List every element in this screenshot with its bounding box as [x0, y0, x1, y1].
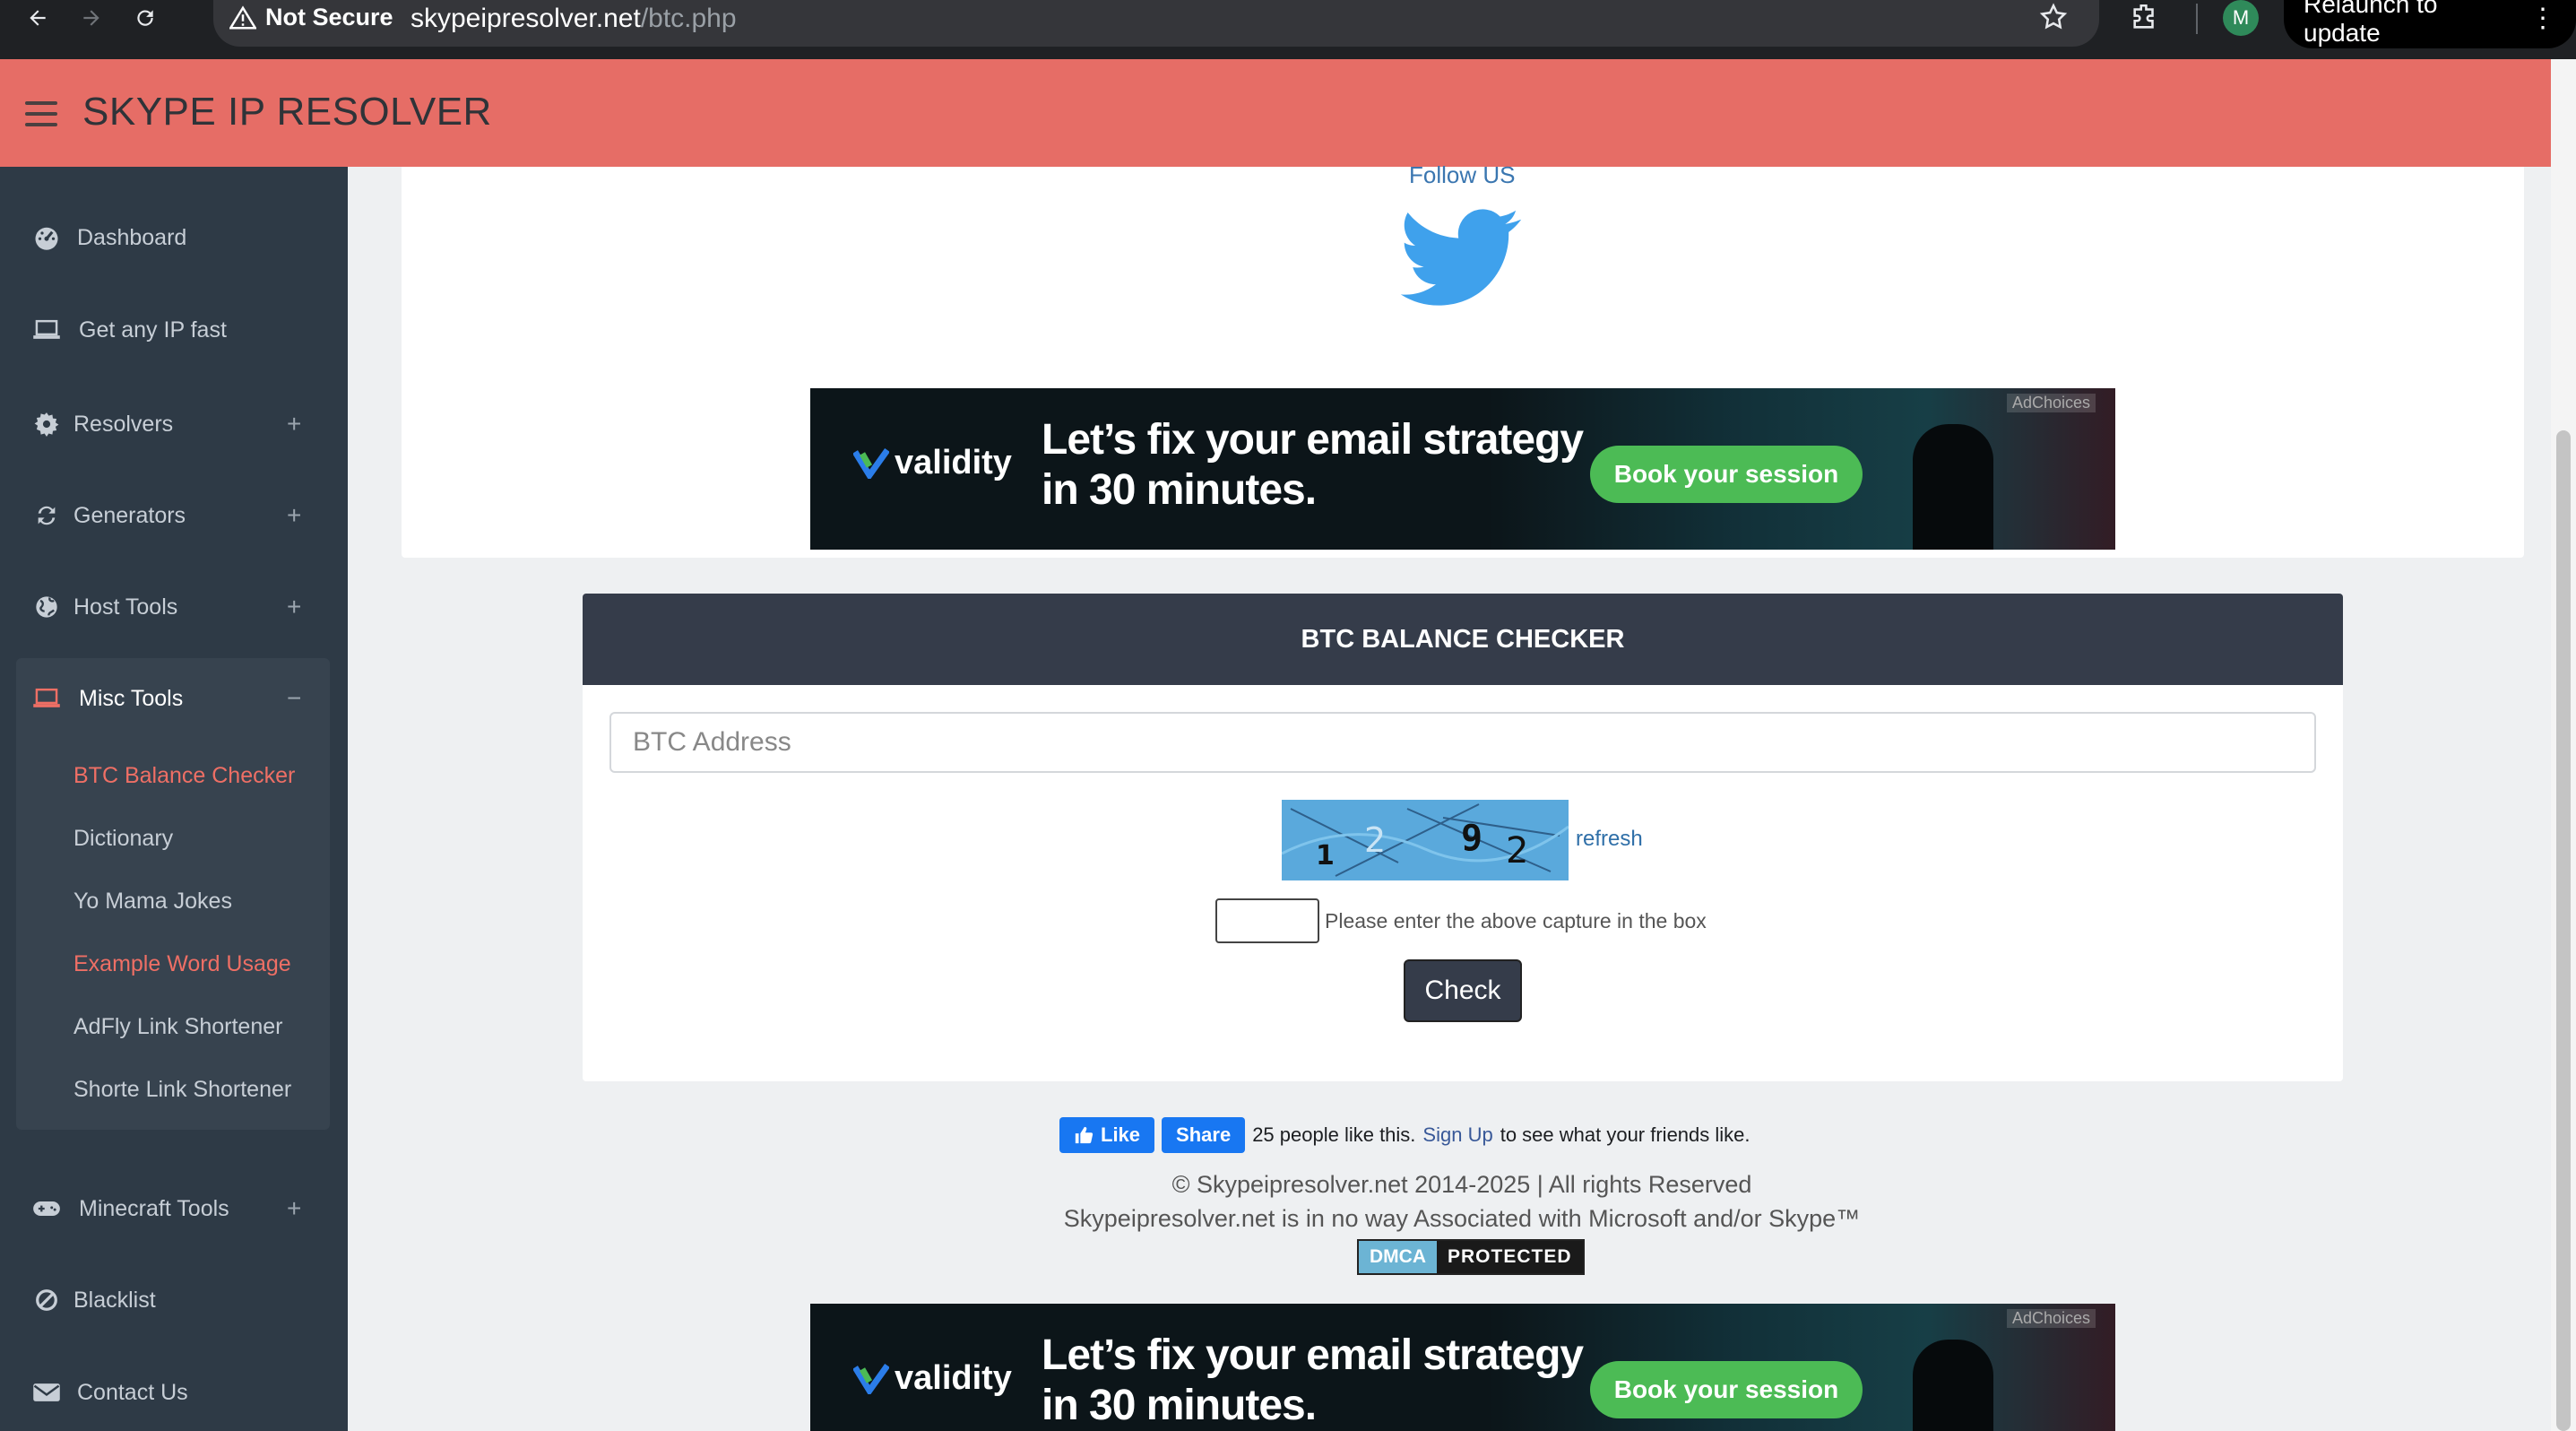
sidebar-item-resolvers[interactable]: Resolvers +	[0, 397, 348, 451]
browser-toolbar: Not Secure skypeipresolver.net/btc.php M…	[0, 0, 2576, 59]
envelope-icon	[32, 1378, 61, 1407]
profile-avatar[interactable]: M	[2223, 0, 2259, 36]
twitter-bird-icon[interactable]	[1400, 208, 1522, 313]
gear-icon	[32, 410, 61, 438]
sidebar-item-generators[interactable]: Generators +	[0, 489, 348, 542]
site-header: SKYPE IP RESOLVER	[0, 59, 2551, 167]
expand-plus-icon[interactable]: +	[287, 501, 301, 530]
captcha-char: 1	[1316, 840, 1335, 872]
dmca-protected-label: PROTECTED	[1437, 1241, 1583, 1273]
sidebar-item-host-tools[interactable]: Host Tools +	[0, 580, 348, 634]
sidebar-item-label: Contact Us	[77, 1379, 188, 1405]
sidebar-item-label: Get any IP fast	[79, 317, 227, 343]
ad-brand-logo: validity	[853, 1359, 1012, 1398]
facebook-share-button[interactable]: Share	[1162, 1117, 1246, 1153]
sidebar-item-label: Blacklist	[73, 1287, 156, 1313]
dmca-label: DMCA	[1359, 1241, 1437, 1273]
ad-person-silhouette	[1913, 424, 1993, 550]
thumbs-up-icon	[1075, 1126, 1094, 1144]
ad-brand-logo: validity	[853, 444, 1012, 482]
reload-icon[interactable]	[127, 0, 163, 36]
sidebar-item-label: Host Tools	[73, 594, 178, 620]
ad-banner-top[interactable]: validity Let’s fix your email strategy i…	[810, 388, 2115, 550]
sidebar: Dashboard Get any IP fast Resolvers + Ge…	[0, 167, 348, 1431]
adchoices-badge[interactable]: AdChoices	[2006, 394, 2096, 412]
sidebar-sub-yo-mama-jokes[interactable]: Yo Mama Jokes	[73, 889, 232, 915]
sidebar-item-contact-us[interactable]: Contact Us	[0, 1366, 348, 1419]
like-count-text: 25 people like this.	[1252, 1123, 1416, 1146]
captcha-image: 1 2 9 2	[1282, 800, 1569, 880]
laptop-icon	[32, 684, 61, 713]
footer-text: © Skypeipresolver.net 2014-2025 | All ri…	[0, 1167, 2576, 1236]
captcha-input[interactable]	[1215, 898, 1319, 943]
disclaimer-line: Skypeipresolver.net is in no way Associa…	[1063, 1205, 1861, 1232]
ad-headline: Let’s fix your email strategy in 30 minu…	[1042, 1331, 1584, 1429]
expand-plus-icon[interactable]: +	[287, 593, 301, 621]
facebook-like-row: Like Share 25 people like this. Sign Up …	[1059, 1117, 1750, 1153]
sidebar-sub-example-word-usage[interactable]: Example Word Usage	[73, 951, 291, 977]
facebook-like-button[interactable]: Like	[1059, 1117, 1155, 1153]
sidebar-sub-shorte-link-shortener[interactable]: Shorte Link Shortener	[73, 1077, 291, 1103]
url-path: /btc.php	[640, 4, 737, 33]
scrollbar-thumb[interactable]	[2556, 430, 2571, 1431]
security-indicator[interactable]: Not Secure	[229, 4, 393, 31]
url-domain: skypeipresolver.net	[411, 4, 641, 33]
captcha-char: 9	[1461, 818, 1482, 859]
captcha-char: 2	[1364, 820, 1386, 860]
sidebar-sub-btc-balance-checker[interactable]: BTC Balance Checker	[73, 763, 295, 789]
site-title[interactable]: SKYPE IP RESOLVER	[82, 90, 492, 134]
ban-icon	[32, 1286, 61, 1314]
sidebar-sub-dictionary[interactable]: Dictionary	[73, 826, 173, 852]
menu-dots-icon[interactable]: ⋮	[2529, 5, 2556, 32]
bookmark-star-icon[interactable]	[2038, 2, 2069, 37]
laptop-icon	[32, 316, 61, 344]
sidebar-item-misc-tools[interactable]: Misc Tools −	[0, 672, 348, 725]
ad-cta-button[interactable]: Book your session	[1590, 1361, 1863, 1418]
expand-plus-icon[interactable]: +	[287, 410, 301, 438]
sidebar-item-label: Dashboard	[77, 224, 187, 250]
refresh-icon	[32, 501, 61, 530]
signup-suffix-text: to see what your friends like.	[1500, 1123, 1750, 1146]
ad-person-silhouette	[1913, 1340, 1993, 1431]
btc-checker-heading: BTC BALANCE CHECKER	[583, 594, 2343, 685]
facebook-signup-link[interactable]: Sign Up	[1422, 1123, 1492, 1147]
follow-us-label: Follow US	[1409, 161, 1516, 188]
sidebar-item-dashboard[interactable]: Dashboard	[0, 211, 348, 265]
dashboard-icon	[32, 223, 61, 252]
ad-banner-bottom[interactable]: validity Let’s fix your email strategy i…	[810, 1304, 2115, 1431]
captcha-refresh-link[interactable]: refresh	[1576, 827, 1643, 852]
url-text[interactable]: skypeipresolver.net/btc.php	[411, 4, 737, 34]
validity-check-icon	[853, 1363, 889, 1394]
sidebar-item-label: Misc Tools	[79, 685, 184, 711]
btc-address-input[interactable]	[609, 712, 2316, 773]
sidebar-item-get-ip[interactable]: Get any IP fast	[0, 303, 348, 357]
relaunch-label: Relaunch to update	[2304, 0, 2438, 47]
security-label: Not Secure	[265, 4, 393, 30]
ad-cta-button[interactable]: Book your session	[1590, 446, 1863, 503]
toolbar-divider	[2196, 4, 2198, 34]
check-button[interactable]: Check	[1404, 959, 1522, 1022]
copyright-line: © Skypeipresolver.net 2014-2025 | All ri…	[1171, 1171, 1752, 1198]
sidebar-item-blacklist[interactable]: Blacklist	[0, 1273, 348, 1327]
forward-icon[interactable]	[73, 0, 109, 36]
sidebar-sub-adfly-link-shortener[interactable]: AdFly Link Shortener	[73, 1014, 282, 1040]
ad-headline: Let’s fix your email strategy in 30 minu…	[1042, 416, 1584, 514]
captcha-char: 2	[1506, 830, 1528, 872]
validity-check-icon	[853, 447, 889, 479]
globe-icon	[32, 593, 61, 621]
relaunch-button[interactable]: Relaunch to update ⋮	[2284, 0, 2576, 48]
sidebar-item-label: Resolvers	[73, 411, 174, 437]
captcha-hint: Please enter the above capture in the bo…	[1325, 909, 1707, 932]
warning-icon	[229, 4, 256, 29]
adchoices-badge[interactable]: AdChoices	[2006, 1309, 2096, 1328]
sidebar-item-label: Generators	[73, 502, 186, 528]
hamburger-menu-icon[interactable]	[25, 101, 57, 126]
collapse-minus-icon[interactable]: −	[287, 684, 301, 713]
extensions-icon[interactable]	[2130, 2, 2160, 37]
dmca-badge[interactable]: DMCA PROTECTED	[1357, 1239, 1585, 1275]
back-icon[interactable]	[20, 0, 56, 36]
